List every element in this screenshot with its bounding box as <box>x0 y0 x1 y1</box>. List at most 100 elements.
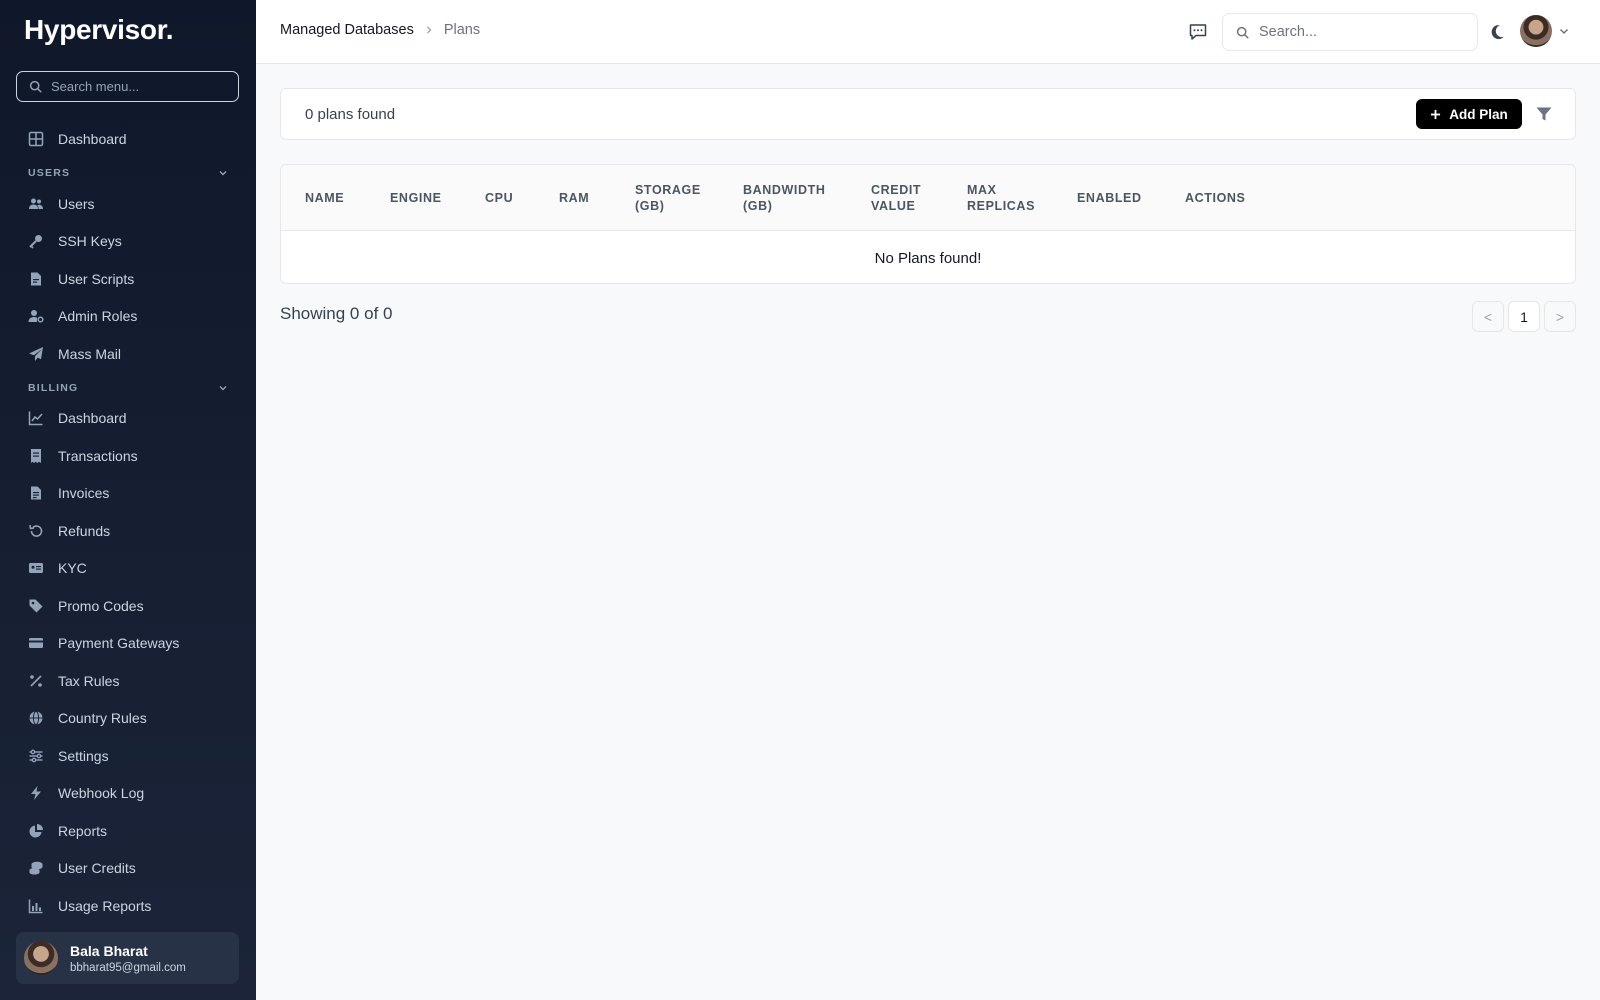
avatar <box>24 941 58 975</box>
column-header-max-replicas[interactable]: MAX REPLICAS <box>967 165 1035 231</box>
sidebar-item-payment-gateways[interactable]: Payment Gateways <box>28 631 179 655</box>
sidebar-item-promo-codes[interactable]: Promo Codes <box>28 594 144 618</box>
moon-icon[interactable] <box>1488 23 1506 41</box>
sliders-icon <box>29 749 43 763</box>
user-profile-card[interactable]: Bala Bharat bbharat95@gmail.com <box>16 932 239 984</box>
pie-chart-icon <box>29 824 43 838</box>
next-page-button[interactable]: > <box>1544 301 1576 332</box>
sidebar-item-kyc[interactable]: KYC <box>28 556 87 580</box>
sidebar-item-label: Tax Rules <box>58 673 120 689</box>
column-header-ram[interactable]: RAM <box>559 165 589 231</box>
sidebar-item-users[interactable]: Users <box>28 192 95 216</box>
percent-icon <box>30 675 42 687</box>
receipt-icon <box>31 449 41 463</box>
grid-icon <box>28 131 44 147</box>
showing-count: Showing 0 of 0 <box>280 304 393 323</box>
user-info: Bala Bharat bbharat95@gmail.com <box>70 943 186 974</box>
sidebar-item-label: Usage Reports <box>58 898 152 914</box>
sidebar-item-dashboard[interactable]: Dashboard <box>28 127 127 151</box>
column-header-cpu[interactable]: CPU <box>485 165 513 231</box>
globe-icon <box>29 711 43 725</box>
bar-chart-icon <box>28 899 43 914</box>
sidebar-item-settings[interactable]: Settings <box>28 744 109 768</box>
sidebar-item-label: Users <box>58 196 95 212</box>
page-1-button[interactable]: 1 <box>1508 301 1540 332</box>
sidebar-item-label: Promo Codes <box>58 598 144 614</box>
user-cog-icon <box>28 310 44 323</box>
sidebar-item-mass-mail[interactable]: Mass Mail <box>28 342 121 366</box>
chevron-down-icon <box>219 386 227 391</box>
sidebar-item-billing-dashboard[interactable]: Dashboard <box>28 406 127 430</box>
sidebar-item-label: Reports <box>58 823 108 839</box>
sidebar-item-label: Admin Roles <box>58 308 138 324</box>
menu-search-input[interactable] <box>51 79 231 94</box>
breadcrumb-item-managed-databases[interactable]: Managed Databases <box>280 22 414 38</box>
column-header-engine[interactable]: ENGINE <box>390 165 442 231</box>
tag-icon <box>29 599 43 613</box>
sidebar-item-label: Invoices <box>58 485 110 501</box>
sidebar-item-tax-rules[interactable]: Tax Rules <box>28 669 119 693</box>
sidebar-item-label: Webhook Log <box>58 785 145 801</box>
sidebar-item-usage-reports[interactable]: Usage Reports <box>28 894 151 918</box>
chevron-right-icon <box>426 26 432 34</box>
plans-count: 0 plans found <box>305 106 396 123</box>
column-header-storage[interactable]: STORAGE (GB) <box>635 165 701 231</box>
undo-icon <box>29 524 43 537</box>
sidebar-item-reports[interactable]: Reports <box>28 819 107 843</box>
message-icon[interactable] <box>1188 22 1208 42</box>
sidebar-item-country-rules[interactable]: Country Rules <box>28 706 147 730</box>
credit-card-icon <box>29 638 43 648</box>
section-toggle-users[interactable]: USERS <box>28 165 228 181</box>
add-plan-label: Add Plan <box>1449 106 1508 122</box>
sidebar-item-label: KYC <box>58 560 87 576</box>
column-header-actions: ACTIONS <box>1185 191 1246 205</box>
user-email: bbharat95@gmail.com <box>70 961 186 974</box>
empty-state-message: No Plans found! <box>874 249 982 267</box>
search-icon <box>1236 26 1249 39</box>
sidebar-item-ssh-keys[interactable]: SSH Keys <box>28 229 122 253</box>
key-icon <box>29 235 42 249</box>
sidebar-item-label: Dashboard <box>58 410 127 426</box>
sidebar-item-label: SSH Keys <box>58 233 122 249</box>
filter-icon[interactable] <box>1535 105 1553 123</box>
sidebar-item-label: User Credits <box>58 860 136 876</box>
chevron-down-icon <box>219 171 227 176</box>
column-header-enabled[interactable]: ENABLED <box>1077 165 1142 231</box>
sidebar-item-label: Dashboard <box>58 131 127 147</box>
paper-plane-icon <box>29 347 43 361</box>
sidebar-item-admin-roles[interactable]: Admin Roles <box>28 304 137 328</box>
sidebar-item-label: Country Rules <box>58 710 147 726</box>
sidebar-item-user-credits[interactable]: User Credits <box>28 856 136 880</box>
sidebar-item-label: User Scripts <box>58 271 135 287</box>
invoice-icon <box>31 486 41 500</box>
top-bar: Managed Databases Plans <box>256 0 1600 64</box>
column-header-credit-value[interactable]: CREDIT VALUE <box>871 165 921 231</box>
bolt-icon <box>31 786 41 800</box>
plus-icon <box>1431 109 1441 119</box>
column-header-name[interactable]: NAME <box>305 165 344 231</box>
section-toggle-billing[interactable]: BILLING <box>28 380 228 396</box>
sidebar-item-refunds[interactable]: Refunds <box>28 519 110 543</box>
sidebar-item-user-scripts[interactable]: User Scripts <box>28 267 134 291</box>
prev-page-button[interactable]: < <box>1472 301 1504 332</box>
global-search-input[interactable] <box>1259 24 1459 40</box>
profile-menu-button[interactable] <box>1520 15 1570 47</box>
plans-toolbar: 0 plans found Add Plan <box>280 88 1576 140</box>
sidebar-item-label: Mass Mail <box>58 346 122 362</box>
column-header-bandwidth[interactable]: BANDWIDTH (GB) <box>743 165 825 231</box>
chevron-down-icon <box>1559 28 1569 35</box>
sidebar-item-label: Settings <box>58 748 109 764</box>
menu-search-box <box>16 71 239 102</box>
add-plan-button[interactable]: Add Plan <box>1416 99 1522 129</box>
plans-table: NAME ENGINE CPU RAM STORAGE (GB) BANDWID… <box>280 164 1576 284</box>
line-chart-icon <box>28 411 43 426</box>
id-card-icon <box>29 563 43 573</box>
sidebar-item-webhook-log[interactable]: Webhook Log <box>28 781 144 805</box>
app-logo[interactable]: Hypervisor. <box>24 14 174 46</box>
table-header: NAME ENGINE CPU RAM STORAGE (GB) BANDWID… <box>281 165 1575 231</box>
breadcrumb: Managed Databases Plans <box>280 22 480 38</box>
sidebar-item-invoices[interactable]: Invoices <box>28 481 109 505</box>
sidebar-item-transactions[interactable]: Transactions <box>28 444 138 468</box>
sidebar-item-label: Payment Gateways <box>58 635 180 651</box>
coins-icon <box>29 861 43 875</box>
